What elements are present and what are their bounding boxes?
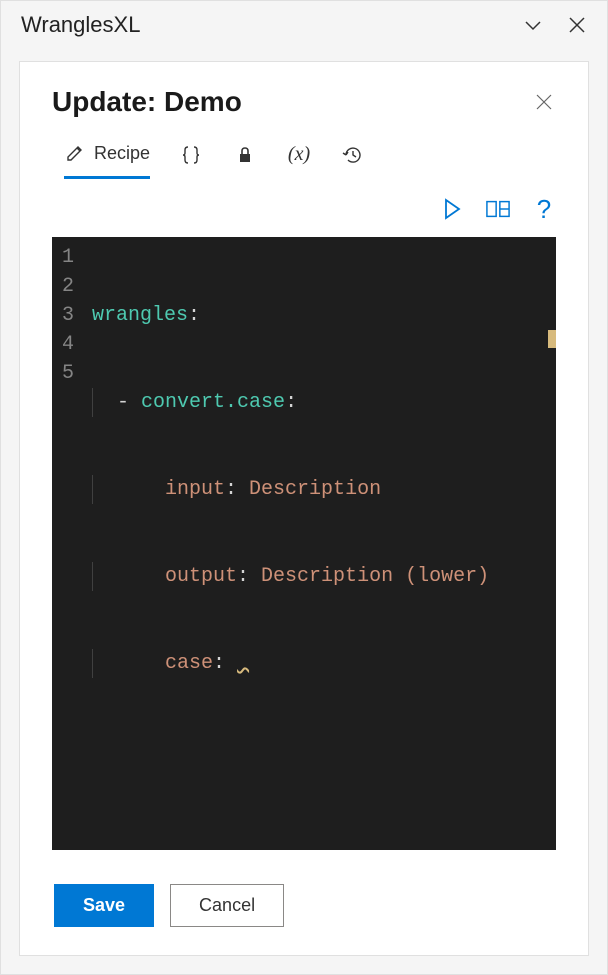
code-token: input	[165, 478, 225, 501]
panel-footer: Save Cancel	[20, 850, 588, 955]
tab-recipe[interactable]: Recipe	[64, 142, 150, 179]
tab-braces[interactable]	[178, 144, 204, 178]
tab-bar: Recipe (x)	[20, 118, 588, 179]
panel-header: Update: Demo	[20, 62, 588, 118]
tab-history[interactable]	[340, 144, 366, 178]
line-number: 3	[58, 301, 74, 330]
code-token: Description (lower)	[261, 565, 489, 588]
warning-marker-icon	[548, 330, 556, 348]
code-token: Description	[249, 478, 381, 501]
cancel-button[interactable]: Cancel	[170, 884, 284, 927]
tab-lock[interactable]	[232, 144, 258, 178]
editor-content[interactable]: wrangles: - convert.case: input: Descrip…	[84, 237, 556, 850]
titlebar: WranglesXL	[1, 1, 607, 49]
warning-squiggle-icon: ~	[237, 647, 249, 676]
tab-recipe-label: Recipe	[94, 143, 150, 164]
help-button[interactable]: ?	[532, 197, 556, 221]
line-number: 5	[58, 359, 74, 388]
titlebar-controls	[523, 15, 587, 35]
main-panel: Update: Demo Recipe (x)	[19, 61, 589, 956]
pencil-icon	[64, 142, 86, 164]
close-panel-icon[interactable]	[532, 90, 556, 114]
save-button[interactable]: Save	[54, 884, 154, 927]
line-number: 1	[58, 243, 74, 272]
app-title: WranglesXL	[21, 12, 140, 38]
editor-gutter: 1 2 3 4 5	[52, 237, 84, 850]
code-token: output	[165, 565, 237, 588]
code-token: wrangles	[92, 304, 188, 327]
code-token: case	[165, 652, 213, 675]
chevron-down-icon[interactable]	[523, 15, 543, 35]
layout-button[interactable]	[486, 197, 510, 221]
panel-title: Update: Demo	[52, 86, 242, 118]
run-button[interactable]	[440, 197, 464, 221]
line-number: 2	[58, 272, 74, 301]
app-window: WranglesXL Update: Demo Recipe	[0, 0, 608, 975]
code-editor[interactable]: 1 2 3 4 5 wrangles: - convert.case: inpu…	[52, 237, 556, 850]
line-number: 4	[58, 330, 74, 359]
close-window-icon[interactable]	[567, 15, 587, 35]
tab-variable[interactable]: (x)	[286, 144, 312, 178]
code-token: convert.case	[141, 391, 285, 414]
editor-toolbar: ?	[20, 179, 588, 231]
